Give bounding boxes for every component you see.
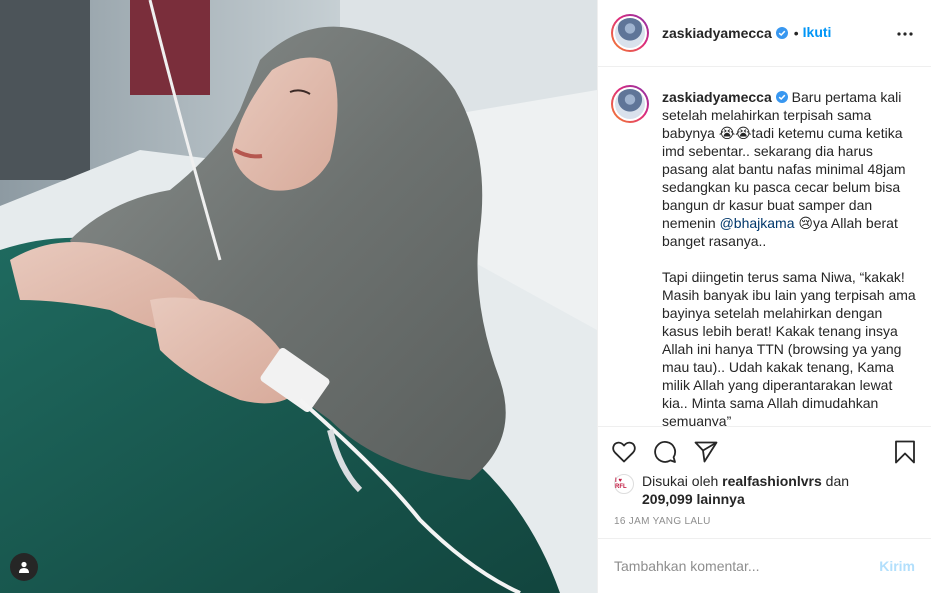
- likes-prefix: Disukai oleh: [642, 473, 723, 489]
- person-icon: [19, 561, 29, 573]
- heart-icon: [612, 441, 636, 463]
- comment-button[interactable]: [652, 439, 678, 465]
- comment-input[interactable]: [614, 558, 872, 574]
- tagged-users-button[interactable]: [10, 553, 38, 581]
- post-side-panel: zaskiadyamecca • Ikuti zaskiadyamecca Ba…: [597, 0, 931, 593]
- likes-count: 209,099: [642, 491, 693, 507]
- likes-text: Disukai oleh realfashionlvrs dan 209,099…: [642, 472, 849, 508]
- caption-paragraph-1: zaskiadyamecca Baru pertama kali setelah…: [662, 88, 917, 250]
- bookmark-icon: [895, 440, 915, 464]
- likes-suffix: lainnya: [692, 491, 745, 507]
- liker-username[interactable]: realfashionlvrs: [722, 473, 822, 489]
- post-comment-button[interactable]: Kirim: [879, 558, 915, 574]
- caption-author-avatar[interactable]: [611, 85, 649, 123]
- share-button[interactable]: [693, 439, 719, 465]
- caption-mention-link[interactable]: @bhajkama: [720, 215, 795, 231]
- post-header: zaskiadyamecca • Ikuti: [598, 0, 931, 67]
- action-bar: [598, 426, 931, 476]
- caption-paragraph-2: Tapi diingetin terus sama Niwa, “kakak! …: [662, 269, 916, 426]
- header-separator: •: [793, 25, 799, 41]
- author-username[interactable]: zaskiadyamecca: [662, 25, 772, 41]
- more-options-button[interactable]: [893, 22, 917, 46]
- author-avatar[interactable]: [611, 14, 649, 52]
- like-button[interactable]: [611, 439, 637, 465]
- follow-button[interactable]: Ikuti: [803, 24, 832, 40]
- caption-row: zaskiadyamecca Baru pertama kali setelah…: [611, 85, 917, 426]
- likes-middle: dan: [821, 473, 850, 489]
- caption-verified-badge-icon: [775, 91, 788, 103]
- verified-badge-icon: [775, 27, 788, 39]
- caption-area[interactable]: zaskiadyamecca Baru pertama kali setelah…: [598, 68, 931, 426]
- more-horizontal-icon: [897, 32, 913, 36]
- comment-form: Kirim: [598, 538, 931, 593]
- caption-username[interactable]: zaskiadyamecca: [662, 89, 772, 105]
- paper-plane-icon: [694, 441, 718, 463]
- liker-avatar[interactable]: I ♥ RFL: [614, 474, 634, 494]
- post-photo-image: [0, 0, 597, 593]
- caption-body-start: Baru pertama kali setelah melahirkan ter…: [662, 89, 906, 231]
- post-timestamp[interactable]: 16 JAM YANG LALU: [614, 516, 711, 527]
- caption-text: zaskiadyamecca Baru pertama kali setelah…: [662, 88, 917, 426]
- likes-summary: I ♥ RFL Disukai oleh realfashionlvrs dan…: [614, 472, 849, 508]
- post-photo[interactable]: [0, 0, 597, 593]
- comment-icon: [654, 441, 676, 463]
- likes-count-link[interactable]: 209,099 lainnya: [642, 491, 745, 507]
- save-button[interactable]: [892, 439, 918, 465]
